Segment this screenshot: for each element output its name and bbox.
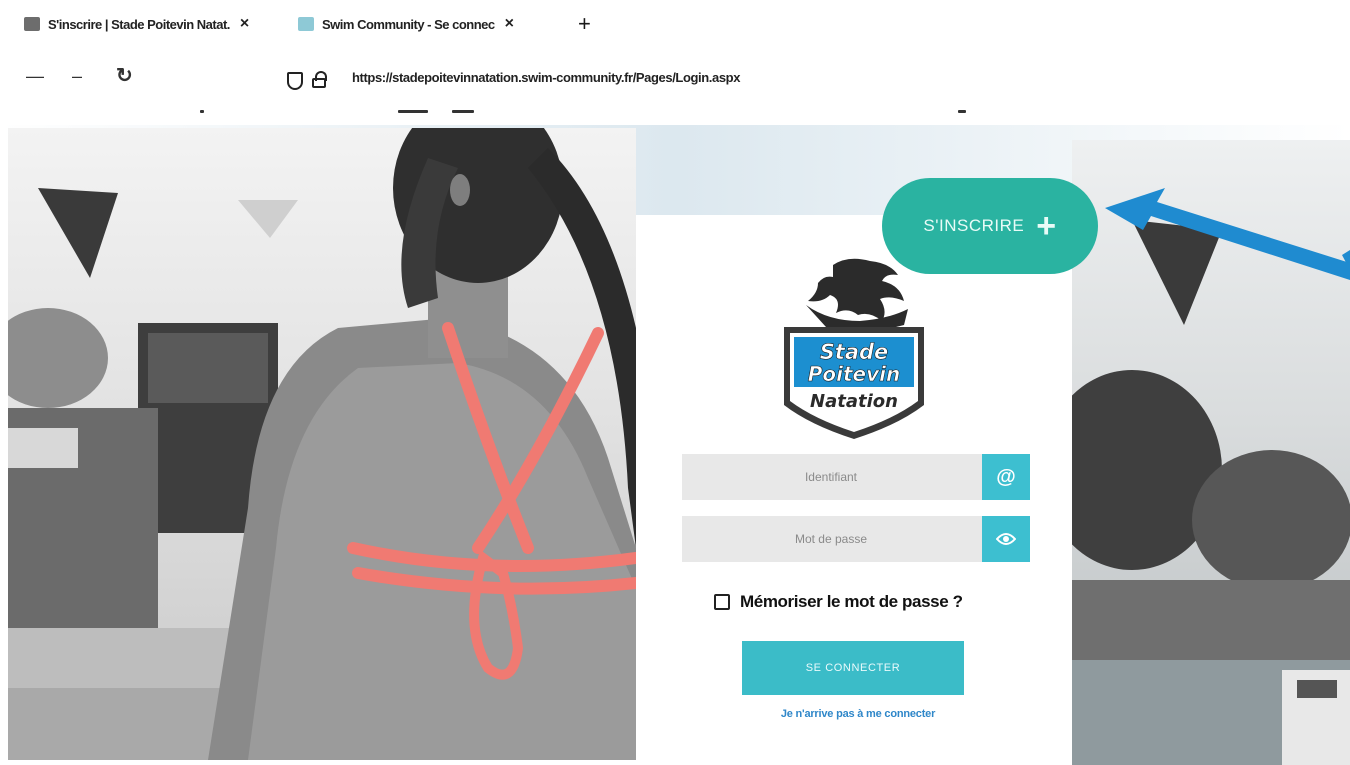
password-field [682,516,1030,562]
blue-arrow-annotation [1105,188,1350,280]
navigation-bar: — – ↻ https://stadepoitevinnatation.swim… [0,60,1350,100]
remember-label: Mémoriser le mot de passe ? [740,592,963,611]
site-favicon-icon [24,17,40,31]
password-input[interactable] [682,516,980,562]
login-help-link[interactable]: Je n'arrive pas à me connecter [742,708,974,720]
email-field: @ [682,454,1030,500]
logo-text-stade: Stade [820,340,889,364]
tab-bar: S'inscrire | Stade Poitevin Natat. × Swi… [0,0,1350,48]
at-icon: @ [982,454,1030,500]
logo-text-natation: Natation [810,391,898,412]
address-bar[interactable]: https://stadepoitevinnatation.swim-commu… [352,70,740,85]
login-button[interactable]: SE CONNECTER [742,641,964,695]
club-logo: Stade Poitevin Natation [784,258,924,439]
signup-label: S'INSCRIRE [923,216,1025,235]
forward-icon[interactable]: – [72,66,82,87]
eye-icon[interactable] [982,516,1030,562]
new-tab-button[interactable]: + [578,13,591,35]
hero-swimmer-image [8,128,636,760]
site-favicon-icon [298,17,314,31]
remember-checkbox[interactable] [714,594,730,610]
plus-icon: + [1036,207,1057,245]
close-tab-icon[interactable]: × [505,15,514,33]
tab-title: S'inscrire | Stade Poitevin Natat. [48,16,230,32]
tab-login[interactable]: Swim Community - Se connec × [298,12,514,36]
bookmarks-bar [0,104,1350,124]
logo-text-poitevin: Poitevin [808,362,901,386]
tab-title: Swim Community - Se connec [322,16,495,32]
reload-icon[interactable]: ↻ [116,63,133,88]
close-tab-icon[interactable]: × [240,15,249,33]
back-icon[interactable]: — [26,66,44,87]
lock-icon[interactable] [312,71,328,89]
swimmer-illustration [8,128,636,760]
remember-password-option[interactable]: Mémoriser le mot de passe ? [714,592,963,612]
email-input[interactable] [682,454,980,500]
tab-signup[interactable]: S'inscrire | Stade Poitevin Natat. × [24,12,249,36]
shield-icon[interactable] [287,72,303,90]
